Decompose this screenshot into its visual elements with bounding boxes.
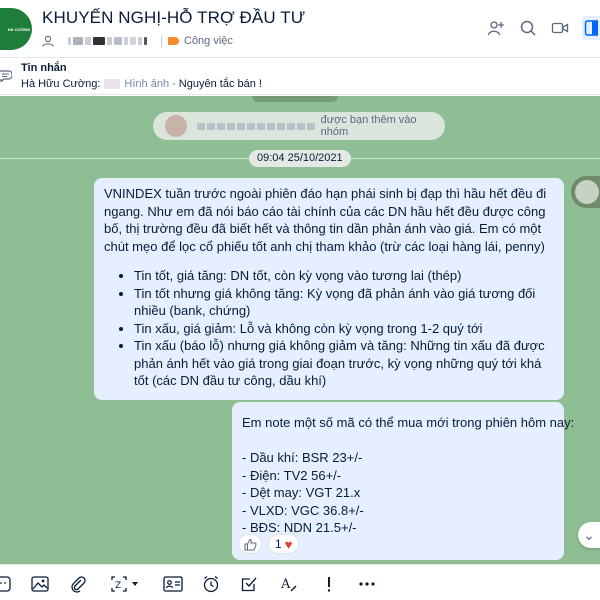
list-item: Tin xấu (báo lỗ) nhưng giá không giảm và… xyxy=(134,337,554,390)
svg-text:A: A xyxy=(280,577,291,592)
contact-card-icon[interactable] xyxy=(163,575,183,593)
composer-toolbar: Z A xyxy=(0,564,600,600)
urgent-mark-icon[interactable] xyxy=(320,575,338,593)
date-separator-top: — — — — — — xyxy=(252,96,338,102)
blurred-member-name xyxy=(196,122,315,130)
system-notification: được bạn thêm vào nhóm xyxy=(153,112,445,140)
reaction-summary[interactable]: 1 ♥ xyxy=(268,534,300,554)
heart-icon: ♥ xyxy=(284,536,293,552)
screenshot-icon[interactable]: Z xyxy=(110,575,140,593)
add-member-icon[interactable] xyxy=(484,16,508,40)
list-item: - Dầu khí: BSR 23+/- xyxy=(242,450,363,465)
list-item: Tin tốt, giá tăng: DN tốt, còn kỳ vọng v… xyxy=(134,267,554,285)
message-text: Em note một số mã có thể mua mới trong p… xyxy=(242,415,575,430)
video-call-icon[interactable] xyxy=(548,16,572,40)
reaction-row: 1 ♥ xyxy=(238,534,300,554)
list-item: - Điện: TV2 56+/- xyxy=(242,467,342,483)
reminder-clock-icon[interactable] xyxy=(202,575,220,593)
pinned-title: Tin nhắn xyxy=(21,62,67,74)
message-bullet-list: Tin tốt, giá tăng: DN tốt, còn kỳ vọng v… xyxy=(134,267,554,390)
member-avatar xyxy=(165,115,187,137)
category-label[interactable]: Công việc xyxy=(184,35,233,47)
sender-avatar[interactable] xyxy=(571,176,600,208)
message-timestamp: 09:04 25/10/2021 xyxy=(249,150,351,167)
image-icon[interactable] xyxy=(31,575,49,593)
sticker-icon[interactable] xyxy=(0,575,12,593)
tag-icon xyxy=(168,37,179,45)
group-subline: Công việc xyxy=(42,33,233,49)
pinned-attachment-label: Hình ảnh xyxy=(124,78,170,90)
more-options-icon[interactable] xyxy=(358,575,376,593)
list-item: Tin tốt nhưng giá không tăng: Kỳ vọng đã… xyxy=(134,285,554,320)
group-title[interactable]: KHUYẾN NGHỊ-HỖ TRỢ ĐẦU TƯ xyxy=(42,8,305,28)
sidebar-toggle-icon[interactable] xyxy=(582,16,600,40)
attachment-icon[interactable] xyxy=(69,575,87,593)
list-item: - VLXD: VGC 36.8+/- xyxy=(242,502,364,518)
scroll-down-button[interactable]: ⌄ xyxy=(578,522,600,548)
chat-area: — — — — — — được bạn thêm vào nhóm 09:04… xyxy=(0,96,600,564)
pinned-message-bar[interactable]: Tin nhắn Hà Hữu Cường: Hình ảnh · Nguyên… xyxy=(0,59,600,95)
task-checkbox-icon[interactable] xyxy=(240,575,258,593)
search-icon[interactable] xyxy=(516,16,540,40)
pinned-message-icon xyxy=(0,70,12,82)
chevron-down-icon: ⌄ xyxy=(583,526,595,543)
pinned-text: · Nguyên tắc bán ! xyxy=(172,78,262,90)
message-bubble[interactable]: VNINDEX tuần trước ngoài phiên đáo hạn p… xyxy=(94,178,564,400)
thumbs-up-icon xyxy=(244,538,257,550)
chat-header: HÀ CƯỜNG KHUYẾN NGHỊ-HỖ TRỢ ĐẦU TƯ Công … xyxy=(0,0,600,58)
pinned-sender: Hà Hữu Cường: xyxy=(21,78,101,90)
group-avatar[interactable]: HÀ CƯỜNG xyxy=(0,8,32,50)
text-format-icon[interactable]: A xyxy=(280,575,298,593)
list-item: - Dệt may: VGT 21.x xyxy=(242,485,361,500)
pinned-preview: Hà Hữu Cường: Hình ảnh · Nguyên tắc bán … xyxy=(21,78,262,90)
header-actions xyxy=(476,16,600,40)
svg-text:Z: Z xyxy=(115,581,121,591)
blurred-member-names xyxy=(68,37,147,45)
notification-text: được bạn thêm vào nhóm xyxy=(320,114,417,138)
pinned-image-thumbnail xyxy=(104,79,121,89)
message-text: VNINDEX tuần trước ngoài phiên đáo hạn p… xyxy=(104,186,547,254)
group-avatar-logo: HÀ CƯỜNG xyxy=(7,26,31,32)
reaction-count: 1 xyxy=(275,537,282,551)
list-item: Tin xấu, giá giảm: Lỗ và không còn kỳ vọ… xyxy=(134,320,554,338)
subline-divider xyxy=(161,35,162,47)
like-reaction-button[interactable] xyxy=(238,534,262,554)
member-icon[interactable] xyxy=(42,35,54,47)
